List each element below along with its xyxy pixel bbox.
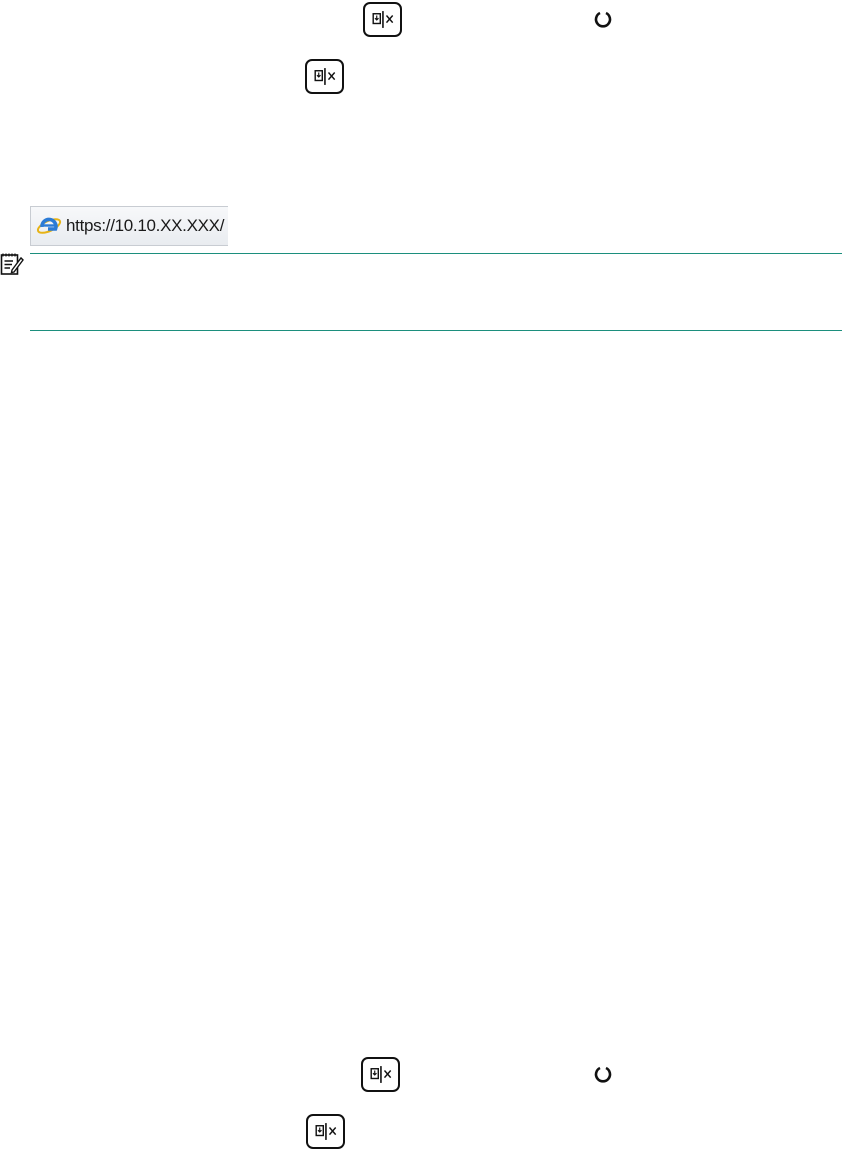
- internet-explorer-icon: [36, 213, 62, 239]
- resume-light-icon: [593, 1064, 613, 1084]
- resume-light-icon: [593, 9, 613, 29]
- note-icon: [0, 252, 24, 276]
- url-text: https://10.10.XX.XXX/: [66, 216, 225, 235]
- cancel-button-icon: [305, 59, 344, 94]
- cancel-button-icon: [361, 1057, 400, 1092]
- note-top-rule: [30, 253, 842, 254]
- browser-address-bar: https://10.10.XX.XXX/: [30, 206, 228, 246]
- cancel-button-icon: [306, 1114, 345, 1149]
- note-bottom-rule: [30, 330, 842, 331]
- cancel-button-icon: [363, 2, 402, 37]
